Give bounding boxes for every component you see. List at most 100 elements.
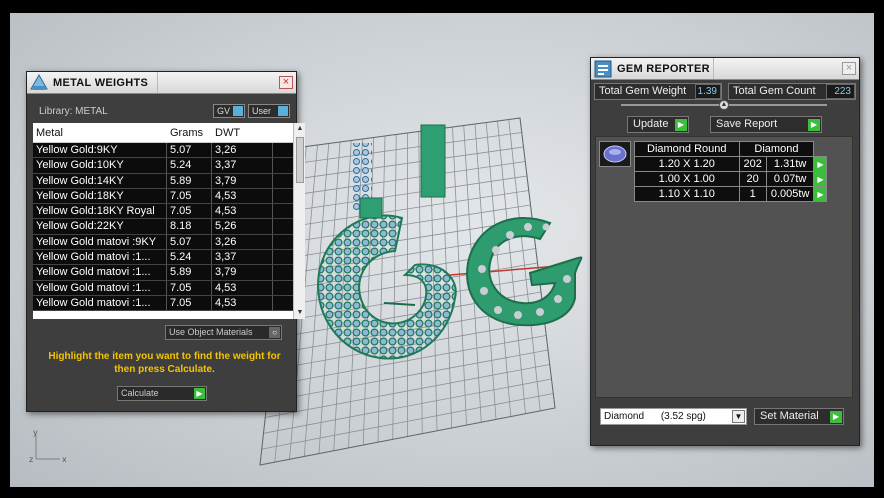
- metal-weights-icon: [30, 73, 48, 90]
- dwt-cell: 3,79: [212, 173, 273, 188]
- count-cell: 202: [738, 156, 767, 172]
- scroll-up-icon[interactable]: ▲: [294, 123, 306, 135]
- grams-cell: 8.18: [167, 219, 212, 234]
- weight-cell: 0.07tw: [765, 171, 815, 187]
- dwt-cell: 3,79: [212, 265, 273, 280]
- col-dwt[interactable]: DWT: [212, 123, 273, 142]
- toggle-indicator: [233, 106, 243, 116]
- axis-z-label: z: [29, 455, 33, 464]
- axis-y-label: y: [33, 429, 38, 437]
- metal-weights-panel: METAL WEIGHTS × Library: METAL GV User M…: [26, 71, 305, 412]
- metal-name-cell: Yellow Gold matovi :9KY: [33, 234, 167, 250]
- grams-cell: 5.89: [167, 265, 212, 280]
- table-row[interactable]: Yellow Gold:18KY Royal 7.05 4,53: [33, 204, 293, 220]
- axis-gizmo: y z x: [29, 429, 67, 464]
- scroll-thumb[interactable]: [296, 137, 304, 183]
- gv-label: GV: [217, 106, 231, 116]
- total-gem-count-label: Total Gem Count: [733, 85, 816, 97]
- diamond-round-icon: [599, 141, 631, 167]
- metal-table-body: Yellow Gold:9KY 5.07 3,26 Yellow Gold:10KY 5…: [33, 143, 293, 312]
- table-row[interactable]: Yellow Gold:22KY 8.18 5,26: [33, 219, 293, 235]
- viewport[interactable]: METAL WEIGHTS × Library: METAL GV User M…: [10, 13, 874, 487]
- calculate-hint: Highlight the item you want to find the …: [48, 351, 281, 375]
- use-object-materials-button[interactable]: Use Object Materials ○: [165, 325, 282, 340]
- grams-cell: 7.05: [167, 188, 212, 204]
- metal-name-cell: Yellow Gold:9KY: [33, 143, 167, 158]
- weight-cell: 1.31tw: [765, 156, 815, 172]
- count-cell: 1: [738, 186, 767, 202]
- metal-name-cell: Yellow Gold matovi :1...: [33, 250, 167, 265]
- table-row[interactable]: Yellow Gold matovi :9KY 5.07 3,26: [33, 234, 293, 251]
- grams-cell: 5.24: [167, 250, 212, 265]
- table-row[interactable]: Yellow Gold matovi :1... 5.24 3,37: [33, 250, 293, 266]
- total-gem-weight-label: Total Gem Weight: [599, 85, 687, 97]
- col-metal[interactable]: Metal: [33, 123, 167, 142]
- gem-reporter-titlebar[interactable]: GEM REPORTER ×: [591, 58, 859, 80]
- close-icon[interactable]: ×: [279, 76, 293, 89]
- select-gem-button[interactable]: ▶: [813, 156, 828, 172]
- table-row[interactable]: Yellow Gold matovi :1... 5.89 3,79: [33, 265, 293, 281]
- play-icon: ▶: [675, 119, 687, 131]
- table-row[interactable]: Yellow Gold:18KY 7.05 4,53: [33, 188, 293, 205]
- titlebar-divider: [713, 58, 714, 79]
- options-icon: ○: [269, 327, 280, 338]
- metal-name-cell: Yellow Gold:18KY: [33, 188, 167, 204]
- dwt-cell: 4,53: [212, 280, 273, 295]
- table-row[interactable]: Yellow Gold matovi :1... 7.05 4,53: [33, 295, 293, 312]
- total-gem-weight-value: 1.39: [695, 84, 721, 99]
- toggle-indicator: [278, 106, 288, 116]
- calculate-button[interactable]: Calculate ▶: [117, 386, 207, 401]
- chevron-down-icon[interactable]: ▼: [732, 410, 745, 423]
- dwt-cell: 4,53: [212, 204, 273, 219]
- table-row[interactable]: Yellow Gold matovi :1... 7.05 4,53: [33, 280, 293, 296]
- update-label: Update: [633, 118, 669, 130]
- material-spg: (3.52 spg): [660, 411, 706, 422]
- gem-table: Diamond Round Diamond 1.20 X 1.20 202 1.31…: [634, 141, 828, 202]
- metal-table-scrollbar[interactable]: ▲ ▼: [293, 123, 305, 319]
- dwt-cell: 3,37: [212, 158, 273, 173]
- material-select[interactable]: Diamond (3.52 spg) ▼: [600, 408, 747, 425]
- update-button[interactable]: Update ▶: [627, 116, 689, 133]
- metal-name-cell: Yellow Gold matovi :1...: [33, 295, 167, 311]
- table-row[interactable]: Yellow Gold:14KY 5.89 3,79: [33, 173, 293, 189]
- dwt-cell: 3,26: [212, 234, 273, 250]
- metal-table-header: Metal Grams DWT: [33, 123, 293, 143]
- count-cell: 20: [738, 171, 767, 187]
- grams-cell: 7.05: [167, 280, 212, 295]
- grams-cell: 7.05: [167, 295, 212, 311]
- col-diamond: Diamond: [738, 141, 815, 157]
- model-g-filigree[interactable]: [466, 217, 583, 327]
- col-grams[interactable]: Grams: [167, 123, 212, 142]
- grams-cell: 5.07: [167, 234, 212, 250]
- metal-weights-titlebar[interactable]: METAL WEIGHTS ×: [27, 72, 296, 94]
- grams-cell: 7.05: [167, 204, 212, 219]
- splitter-knob[interactable]: ▲: [719, 100, 729, 110]
- gem-row[interactable]: 1.00 X 1.00 20 0.07tw ▶: [634, 171, 828, 187]
- table-row[interactable]: Yellow Gold:10KY 5.24 3,37: [33, 158, 293, 174]
- save-report-button[interactable]: Save Report ▶: [710, 116, 822, 133]
- gem-table-header: Diamond Round Diamond: [634, 141, 827, 157]
- select-gem-button[interactable]: ▶: [813, 171, 828, 187]
- scroll-down-icon[interactable]: ▼: [294, 307, 306, 319]
- metal-name-cell: Yellow Gold:22KY: [33, 219, 167, 234]
- gem-row[interactable]: 1.10 X 1.10 1 0.005tw ▶: [634, 186, 828, 202]
- titlebar-divider: [157, 72, 158, 93]
- select-gem-button[interactable]: ▶: [813, 186, 828, 202]
- play-icon: ▶: [194, 388, 205, 399]
- size-cell: 1.10 X 1.10: [634, 186, 740, 202]
- size-cell: 1.20 X 1.20: [634, 156, 740, 172]
- dwt-cell: 4,53: [212, 295, 273, 311]
- set-material-button[interactable]: Set Material ▶: [754, 408, 844, 425]
- play-icon: ▶: [830, 411, 842, 423]
- gem-reporter-panel: GEM REPORTER × Total Gem Weight 1.39 Tot…: [590, 57, 860, 446]
- close-icon[interactable]: ×: [842, 62, 856, 75]
- gem-row[interactable]: 1.20 X 1.20 202 1.31tw ▶: [634, 156, 828, 172]
- table-row[interactable]: Yellow Gold:9KY 5.07 3,26: [33, 143, 293, 159]
- gem-reporter-title: GEM REPORTER: [617, 62, 710, 75]
- user-toggle[interactable]: User: [248, 104, 290, 118]
- library-label: Library: METAL: [39, 106, 108, 117]
- metal-name-cell: Yellow Gold:18KY Royal: [33, 204, 167, 219]
- gv-toggle[interactable]: GV: [213, 104, 245, 118]
- metal-name-cell: Yellow Gold:10KY: [33, 158, 167, 173]
- model-g-beaded[interactable]: [317, 214, 457, 360]
